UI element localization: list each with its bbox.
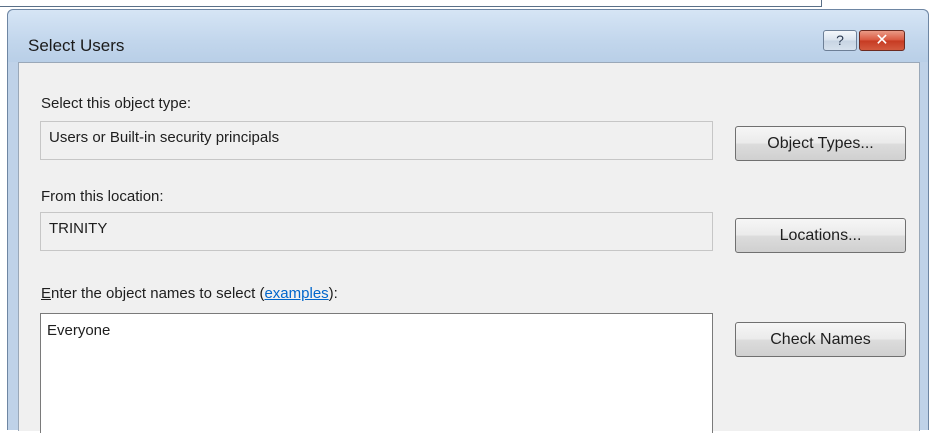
object-type-field: Users or Built-in security principals bbox=[40, 121, 713, 160]
locations-button[interactable]: Locations... bbox=[735, 218, 906, 253]
background-strip bbox=[0, 0, 935, 9]
location-label: From this location: bbox=[41, 188, 164, 205]
dialog-title: Select Users bbox=[28, 36, 125, 55]
location-field: TRINITY bbox=[40, 212, 713, 251]
close-icon: ✕ bbox=[875, 32, 889, 49]
object-names-label-end: ): bbox=[328, 285, 338, 302]
background-window-edge-tick bbox=[821, 0, 822, 7]
object-type-label: Select this object type: bbox=[41, 95, 192, 112]
help-button[interactable]: ? bbox=[823, 30, 857, 51]
background-window-edge bbox=[0, 6, 822, 7]
examples-link[interactable]: examples bbox=[264, 285, 328, 302]
dialog-content: Select this object type: Users or Built-… bbox=[18, 62, 920, 433]
object-names-label: Enter the object names to select (exampl… bbox=[41, 285, 338, 302]
object-names-label-accesskey: E bbox=[41, 285, 52, 302]
object-names-input[interactable]: Everyone bbox=[40, 313, 713, 433]
title-bar[interactable]: Select Users ? ✕ bbox=[8, 10, 928, 62]
help-icon: ? bbox=[836, 32, 844, 48]
object-names-label-text: nter the object names to select ( bbox=[51, 285, 265, 302]
select-users-dialog: Select Users ? ✕ Select this object type… bbox=[7, 9, 929, 433]
check-names-button[interactable]: Check Names bbox=[735, 322, 906, 357]
object-types-button[interactable]: Object Types... bbox=[735, 126, 906, 161]
close-button[interactable]: ✕ bbox=[859, 30, 905, 51]
